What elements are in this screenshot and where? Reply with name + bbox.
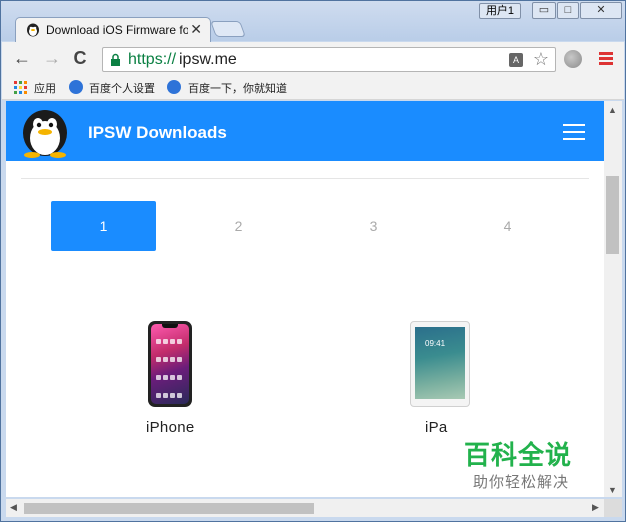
hamburger-menu-icon[interactable] [563,124,585,140]
url-scheme: https:// [128,51,177,68]
bookmark-star-icon[interactable]: ☆ [533,49,549,70]
watermark-title: 百科全说 [464,441,573,471]
address-bar[interactable]: https:// ipsw.me A ☆ [102,47,556,72]
bookmark-baidu-settings[interactable]: 百度个人设置 [89,80,155,96]
tab-active[interactable]: Download iOS Firmware for iPhone ✕ [15,17,211,42]
baidu-paw-icon [167,80,181,94]
browser-window: Download iOS Firmware for iPhone ✕ 用户1 ▭… [0,0,626,522]
close-window-button[interactable]: ✕ [580,2,622,19]
bookmark-baidu-search[interactable]: 百度一下，你就知道 [188,80,287,96]
reload-button[interactable]: C [70,48,90,68]
device-label-ipad[interactable]: iPa [425,419,448,436]
vertical-scroll-thumb[interactable] [606,176,619,254]
ipad-image[interactable]: 09:41 [410,321,470,407]
scroll-right-icon[interactable]: ▶ [592,502,599,513]
baidu-paw-icon [69,80,83,94]
page-button-3[interactable]: 3 [321,201,426,251]
bookmarks-bar: 应用 百度个人设置 百度一下，你就知道 [2,76,624,100]
device-label-iphone[interactable]: iPhone [146,419,195,436]
divider [21,178,589,179]
page-button-1[interactable]: 1 [51,201,156,251]
lock-icon [111,53,120,66]
page-button-4[interactable]: 4 [455,201,560,251]
tab-close-icon[interactable]: ✕ [190,21,202,38]
penguin-logo-icon[interactable] [18,107,72,159]
horizontal-scroll-thumb[interactable] [24,503,314,514]
iphone-image[interactable] [148,321,192,407]
pagination: 1 2 3 4 [51,201,591,251]
page-button-2[interactable]: 2 [186,201,291,251]
site-header: IPSW Downloads [6,101,604,161]
globe-extension-icon[interactable] [564,50,582,68]
back-button[interactable]: ← [12,48,32,68]
minimize-button[interactable]: ▭ [532,2,556,19]
title-bar: Download iOS Firmware for iPhone ✕ 用户1 ▭… [1,1,625,42]
vertical-scrollbar[interactable]: ▲ ▼ [604,101,622,497]
user-profile-badge[interactable]: 用户1 [479,3,521,19]
scroll-up-icon[interactable]: ▲ [608,105,617,115]
browser-menu-icon[interactable] [599,52,613,66]
scroll-down-icon[interactable]: ▼ [608,485,617,495]
ipad-clock: 09:41 [425,339,446,348]
watermark-subtitle: 助你轻松解决 [473,473,570,491]
apps-grid-icon[interactable] [14,81,27,94]
scrollbar-corner [604,499,622,517]
site-title[interactable]: IPSW Downloads [88,123,227,143]
maximize-button[interactable]: □ [557,2,579,19]
bookmark-apps[interactable]: 应用 [34,80,56,96]
translate-icon[interactable]: A [509,53,523,67]
horizontal-scrollbar[interactable]: ◀ ▶ [6,499,604,517]
new-tab-button[interactable] [210,21,246,37]
browser-toolbar: ← → C https:// ipsw.me A ☆ [2,42,624,76]
url-host: ipsw.me [179,51,237,68]
tab-title: Download iOS Firmware for iPhone [46,23,188,37]
forward-button[interactable]: → [42,48,62,68]
penguin-favicon-icon [27,23,39,37]
scroll-left-icon[interactable]: ◀ [10,502,17,513]
